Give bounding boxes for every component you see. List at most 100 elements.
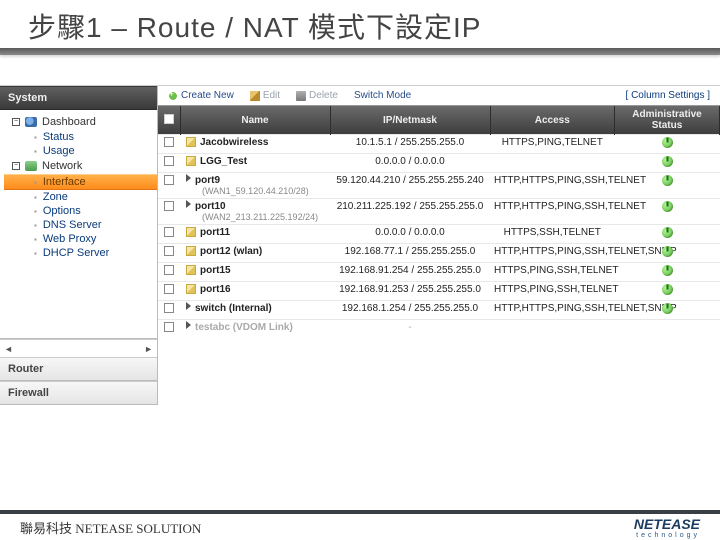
sidebar-item-dhcp-server[interactable]: DHCP Server (4, 246, 157, 260)
col-status[interactable]: Administrative Status (615, 106, 720, 135)
interface-name: port11 (200, 227, 230, 238)
cell-ip: 192.168.77.1 / 255.255.255.0 (330, 244, 490, 263)
table-row[interactable]: port15 192.168.91.254 / 255.255.255.0HTTP… (158, 263, 720, 282)
col-check[interactable] (158, 106, 180, 135)
arrow-left-icon[interactable]: ◄ (4, 344, 13, 354)
table-header-row: Name IP/Netmask Access Administrative St… (158, 106, 720, 135)
interface-subname: (WAN1_59.120.44.210/28) (186, 186, 326, 196)
arrow-right-icon[interactable]: ► (144, 344, 153, 354)
sidebar: System − Dashboard StatusUsage − Network… (0, 86, 158, 405)
sidebar-scroll[interactable]: ◄ ► (0, 339, 157, 357)
table-row[interactable]: port10(WAN2_213.211.225.192/24)210.211.2… (158, 199, 720, 225)
collapse-icon[interactable]: − (12, 118, 20, 126)
table-row[interactable]: switch (Internal)192.168.1.254 / 255.255… (158, 301, 720, 320)
row-checkbox[interactable] (164, 303, 174, 313)
interface-icon (186, 284, 196, 294)
table-row[interactable]: port16192.168.91.253 / 255.255.255.0HTTP… (158, 282, 720, 301)
expand-icon[interactable] (186, 321, 191, 329)
row-checkbox[interactable] (164, 156, 174, 166)
row-checkbox[interactable] (164, 265, 174, 275)
status-up-icon (662, 137, 673, 148)
dashboard-icon (25, 117, 37, 127)
footer: 聯易科技 NETEASE SOLUTION NETEASE technology (0, 510, 720, 540)
sidebar-section-firewall[interactable]: Firewall (0, 381, 157, 405)
sidebar-node-network[interactable]: − Network (4, 158, 157, 174)
cell-status (615, 282, 720, 301)
row-checkbox[interactable] (164, 322, 174, 332)
cell-access: HTTPS,PING,SSH,TELNET (490, 263, 615, 282)
table-row[interactable]: LGG_Test 0.0.0.0 / 0.0.0.0 (158, 154, 720, 173)
sidebar-item-usage[interactable]: Usage (4, 144, 157, 158)
row-checkbox[interactable] (164, 227, 174, 237)
cell-ip: 10.1.5.1 / 255.255.255.0 (330, 135, 490, 154)
row-checkbox[interactable] (164, 201, 174, 211)
row-checkbox[interactable] (164, 137, 174, 147)
status-up-icon (662, 227, 673, 238)
select-all-checkbox[interactable] (164, 114, 174, 124)
table-row[interactable]: port11 0.0.0.0 / 0.0.0.0HTTPS,SSH,TELNET (158, 225, 720, 244)
status-up-icon (662, 246, 673, 257)
cell-access: HTTP,HTTPS,PING,SSH,TELNET,SNMP (490, 301, 615, 320)
interface-icon (186, 246, 196, 256)
sidebar-section-router[interactable]: Router (0, 357, 157, 381)
interface-name: port15 (200, 265, 231, 276)
table-row[interactable]: port12 (wlan) 192.168.77.1 / 255.255.255.… (158, 244, 720, 263)
interface-icon (186, 265, 196, 275)
sidebar-item-zone[interactable]: Zone (4, 190, 157, 204)
table-row[interactable]: testabc (VDOM Link)- (158, 320, 720, 338)
sidebar-label: Network (42, 160, 82, 172)
expand-icon[interactable] (186, 302, 191, 310)
delete-button[interactable]: Delete (292, 89, 342, 102)
collapse-icon[interactable]: − (12, 162, 20, 170)
sidebar-tree: − Dashboard StatusUsage − Network Interf… (0, 110, 157, 339)
interface-subname: (WAN2_213.211.225.192/24) (186, 212, 326, 222)
interface-name: LGG_Test (200, 156, 247, 167)
interface-name: port12 (wlan) (200, 246, 262, 257)
cell-ip: 0.0.0.0 / 0.0.0.0 (330, 225, 490, 244)
cell-ip: 0.0.0.0 / 0.0.0.0 (330, 154, 490, 173)
sidebar-head-system[interactable]: System (0, 86, 157, 110)
sidebar-node-dashboard[interactable]: − Dashboard (4, 114, 157, 130)
table-row[interactable]: Jacobwireless 10.1.5.1 / 255.255.255.0HTT… (158, 135, 720, 154)
footer-brand: NETEASE technology (634, 516, 700, 539)
cell-access: HTTPS,PING,TELNET (490, 135, 615, 154)
sidebar-item-options[interactable]: Options (4, 204, 157, 218)
cell-ip: 192.168.91.253 / 255.255.255.0 (330, 282, 490, 301)
cell-ip: 210.211.225.192 / 255.255.255.0 (330, 199, 490, 225)
status-up-icon (662, 201, 673, 212)
cell-access: HTTPS,SSH,TELNET (490, 225, 615, 244)
status-up-icon (662, 265, 673, 276)
table-row[interactable]: port9(WAN1_59.120.44.210/28)59.120.44.21… (158, 173, 720, 199)
row-checkbox[interactable] (164, 284, 174, 294)
edit-button[interactable]: Edit (246, 89, 284, 102)
row-checkbox[interactable] (164, 246, 174, 256)
cell-access: HTTP,HTTPS,PING,SSH,TELNET,SNMP (490, 244, 615, 263)
expand-icon[interactable] (186, 174, 191, 182)
sidebar-label: Dashboard (42, 116, 96, 128)
cell-ip: 192.168.91.254 / 255.255.255.0 (330, 263, 490, 282)
cell-access: HTTP,HTTPS,PING,SSH,TELNET (490, 199, 615, 225)
interface-name: port9 (195, 175, 220, 186)
col-name[interactable]: Name (180, 106, 330, 135)
network-icon (25, 161, 37, 171)
switch-mode-button[interactable]: Switch Mode (350, 89, 415, 102)
col-access[interactable]: Access (490, 106, 615, 135)
plus-icon (168, 91, 178, 101)
sidebar-item-interface[interactable]: Interface (4, 174, 157, 190)
sidebar-item-web-proxy[interactable]: Web Proxy (4, 232, 157, 246)
expand-icon[interactable] (186, 200, 191, 208)
col-ip[interactable]: IP/Netmask (330, 106, 490, 135)
interface-name: Jacobwireless (200, 137, 268, 148)
sidebar-item-dns-server[interactable]: DNS Server (4, 218, 157, 232)
row-checkbox[interactable] (164, 175, 174, 185)
status-up-icon (662, 284, 673, 295)
cell-status (615, 320, 720, 338)
cell-access (490, 320, 615, 338)
sidebar-item-status[interactable]: Status (4, 130, 157, 144)
interface-icon (186, 156, 196, 166)
column-settings-link[interactable]: [ Column Settings ] (622, 89, 714, 102)
cell-status (615, 154, 720, 173)
trash-icon (296, 91, 306, 101)
create-new-button[interactable]: Create New (164, 89, 238, 102)
status-up-icon (662, 175, 673, 186)
